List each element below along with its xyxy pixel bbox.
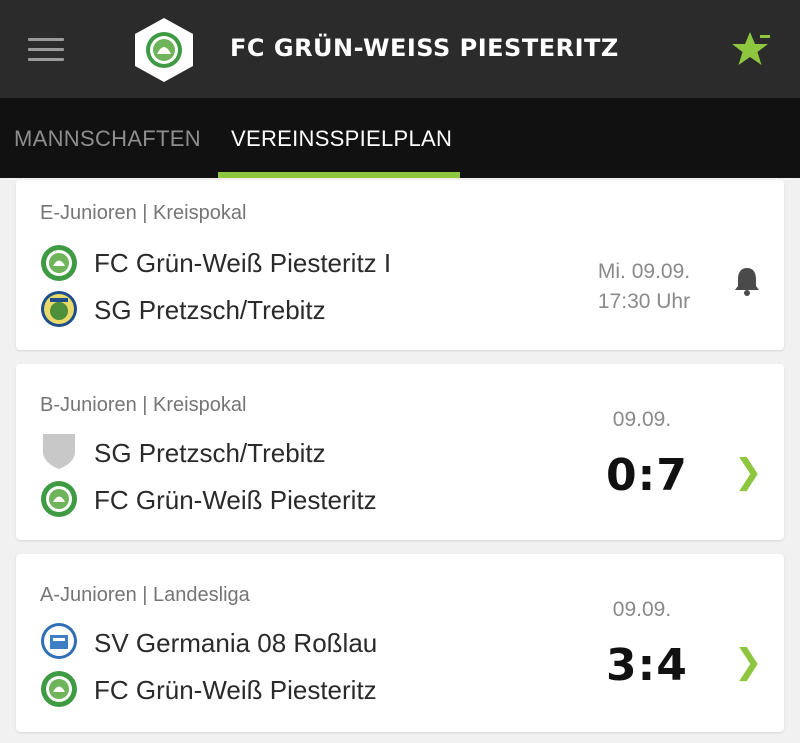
- app-title: FC GRÜN-WEISS PIESTERITZ: [230, 34, 619, 62]
- away-team-name: FC Grün-Weiß Piesteritz: [94, 675, 377, 705]
- competition-label: B-Junioren | Kreispokal: [40, 394, 247, 416]
- home-team-name: SG Pretzsch/Trebitz: [94, 438, 326, 468]
- match-date: Mi. 09.09.: [597, 260, 691, 283]
- home-team-name: SV Germania 08 Roßlau: [94, 628, 378, 658]
- match-time: 17:30 Uhr: [597, 290, 691, 313]
- chevron-right-icon[interactable]: ❯: [734, 452, 763, 492]
- team-logo-gruen-weiss: [41, 245, 77, 281]
- match-date: 09.09.: [612, 408, 672, 431]
- match-card[interactable]: B-Junioren | Kreispokal SG Pretzsch/Treb…: [16, 364, 784, 540]
- team-logo-germania-rosslau: [41, 623, 77, 659]
- competition-label: E-Junioren | Kreispokal: [40, 202, 247, 224]
- tab-bar: MANNSCHAFTEN VEREINSSPIELPLAN: [0, 98, 800, 178]
- team-logo-placeholder-shield: [43, 434, 75, 469]
- home-team-name: FC Grün-Weiß Piesteritz I: [94, 248, 392, 278]
- active-tab-indicator: [218, 172, 460, 178]
- app-bar: FC GRÜN-WEISS PIESTERITZ: [0, 0, 800, 98]
- hamburger-menu-icon[interactable]: [28, 38, 64, 62]
- star-icon[interactable]: [730, 28, 774, 72]
- team-logo-gruen-weiss: [41, 671, 77, 707]
- bell-icon[interactable]: [730, 264, 764, 298]
- chevron-right-icon[interactable]: ❯: [734, 642, 763, 682]
- match-score: 3:4: [606, 640, 688, 691]
- match-card[interactable]: A-Junioren | Landesliga SV Germania 08 R…: [16, 554, 784, 732]
- club-logo: [135, 18, 193, 82]
- team-logo-gruen-weiss: [41, 481, 77, 517]
- tab-mannschaften[interactable]: MANNSCHAFTEN: [14, 126, 201, 152]
- tab-vereinsspielplan[interactable]: VEREINSSPIELPLAN: [231, 126, 452, 152]
- match-score: 0:7: [606, 450, 688, 501]
- competition-label: A-Junioren | Landesliga: [40, 584, 250, 606]
- match-date: 09.09.: [612, 598, 672, 621]
- away-team-name: SG Pretzsch/Trebitz: [94, 295, 326, 325]
- team-logo-pretzsch: [41, 291, 77, 327]
- match-card[interactable]: E-Junioren | Kreispokal FC Grün-Weiß Pie…: [16, 180, 784, 350]
- away-team-name: FC Grün-Weiß Piesteritz: [94, 485, 377, 515]
